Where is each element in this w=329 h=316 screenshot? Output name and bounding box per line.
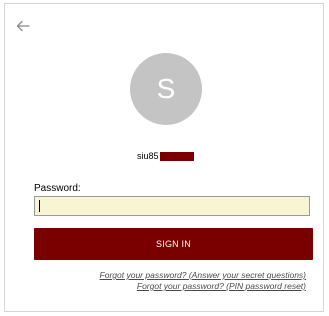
forgot-password-secret-questions-link[interactable]: Forgot your password? (Answer your secre… [100,270,306,281]
password-field[interactable] [34,196,310,216]
arrow-left-icon [16,20,30,32]
back-button[interactable] [15,18,31,34]
signin-card: S siu85 Password: SIGN IN Forgot your pa… [4,3,324,312]
redaction-block [159,151,194,161]
avatar: S [130,53,202,125]
password-label: Password: [34,183,81,194]
recovery-links: Forgot your password? (Answer your secre… [100,270,306,292]
username-text: siu85 [137,151,159,161]
username: siu85 [137,151,194,161]
sign-in-button[interactable]: SIGN IN [34,228,313,260]
text-cursor [39,200,40,212]
avatar-letter: S [156,73,176,104]
forgot-password-pin-reset-link[interactable]: Forgot your password? (PIN password rese… [100,281,306,292]
